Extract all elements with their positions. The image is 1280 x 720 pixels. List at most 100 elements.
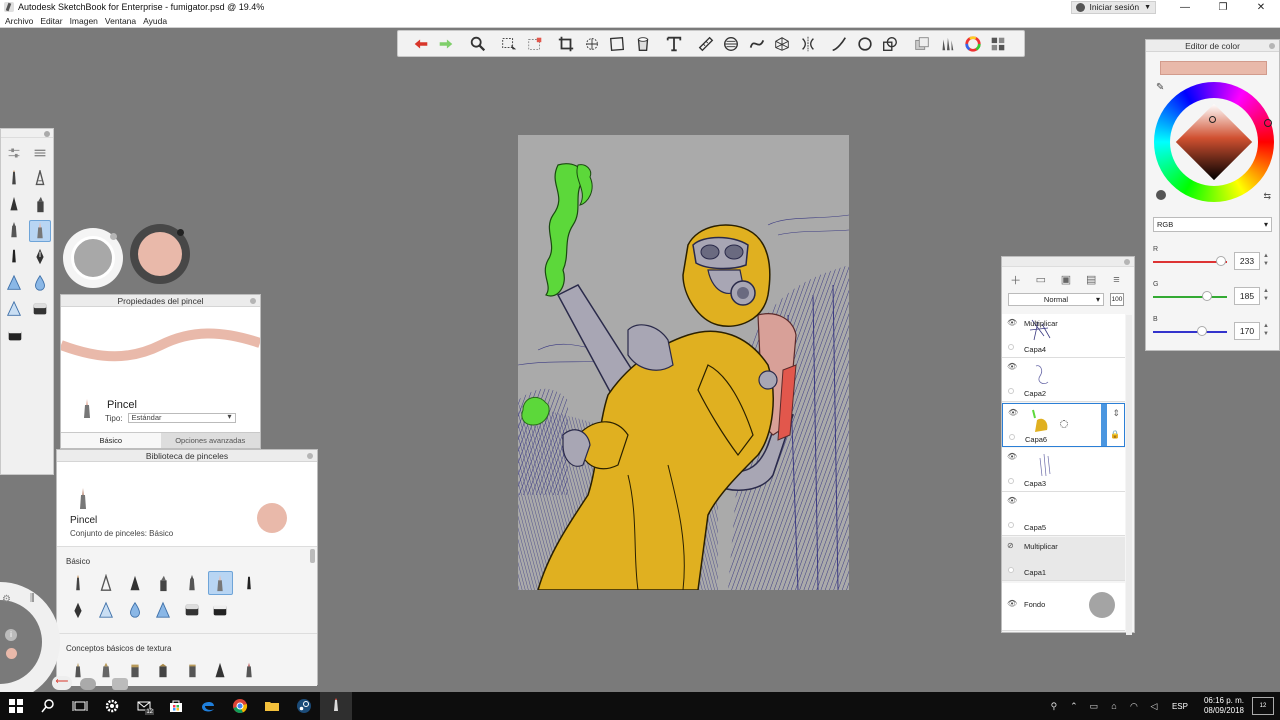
layer-radio[interactable]: [1008, 478, 1014, 484]
mail-button[interactable]: 12: [128, 692, 160, 720]
layer-radio[interactable]: [1008, 567, 1014, 573]
gear-icon[interactable]: ⚙: [2, 594, 11, 605]
palette-list-button[interactable]: [29, 142, 51, 164]
layer-row-capa1[interactable]: ⊘ Multiplicar Capa1: [1002, 537, 1125, 581]
library-brush-soft-eraser[interactable]: [208, 598, 233, 622]
layer-radio[interactable]: [1008, 522, 1014, 528]
shape-tool-button[interactable]: [854, 33, 875, 54]
close-icon[interactable]: [44, 131, 50, 137]
redo-button[interactable]: [436, 33, 457, 54]
menu-ayuda[interactable]: Ayuda: [143, 16, 167, 26]
spinner-icon[interactable]: ▲ ▼: [1263, 252, 1269, 268]
language-indicator[interactable]: ESP: [1172, 702, 1188, 711]
color-puck[interactable]: [130, 224, 190, 284]
reorder-icon[interactable]: ⇕: [1112, 408, 1120, 419]
close-icon[interactable]: [1269, 43, 1275, 49]
lasso-select-button[interactable]: [524, 33, 545, 54]
usb-icon[interactable]: ⌂: [1104, 701, 1124, 711]
copic-library-button[interactable]: [988, 33, 1009, 54]
brush-smudge-button[interactable]: [29, 272, 51, 294]
brush-pair-icon[interactable]: ⫼: [30, 593, 35, 604]
layer-row-capa5[interactable]: 👁 Capa5: [1002, 492, 1125, 536]
lock-transparency-icon[interactable]: [1060, 420, 1068, 428]
eyedropper-icon[interactable]: ✎: [1156, 82, 1164, 93]
menu-ventana[interactable]: Ventana: [105, 16, 136, 26]
layer-row-capa4[interactable]: 👁 Multiplicar Capa4: [1002, 314, 1125, 358]
close-icon[interactable]: [250, 298, 256, 304]
color-dot-icon[interactable]: [6, 648, 17, 659]
blue-value-input[interactable]: 170: [1234, 322, 1260, 340]
library-brush-pencil[interactable]: [65, 571, 90, 595]
steam-button[interactable]: [288, 692, 320, 720]
eye-icon[interactable]: 👁: [1008, 408, 1018, 417]
redo-icon[interactable]: [80, 678, 96, 690]
select-button[interactable]: [499, 33, 520, 54]
brush-type-select[interactable]: Estándar: [127, 413, 236, 423]
library-brush-paintbrush[interactable]: [207, 571, 233, 595]
undo-icon[interactable]: ⟵: [52, 676, 72, 690]
layer-row-capa3[interactable]: 👁 Capa3: [1002, 448, 1125, 492]
start-button[interactable]: [0, 692, 32, 720]
clock[interactable]: 06:16 p. m. 08/09/2018: [1204, 696, 1244, 716]
layer-editor-button[interactable]: [911, 33, 932, 54]
panel-header[interactable]: Biblioteca de pinceles: [57, 450, 317, 462]
green-slider[interactable]: [1153, 296, 1227, 298]
blend-mode-select[interactable]: Normal: [1008, 292, 1104, 306]
library-brush-fountain-pen[interactable]: [65, 598, 90, 622]
add-layer-button[interactable]: ＋: [1008, 273, 1023, 287]
store-button[interactable]: [160, 692, 192, 720]
color-marker[interactable]: [1209, 116, 1216, 123]
brush-soft-eraser-button[interactable]: [4, 324, 26, 346]
layer-row-capa6[interactable]: 👁 Capa6 ⇕ 🔒: [1002, 403, 1125, 447]
notifications-button[interactable]: 12: [1252, 697, 1274, 715]
spinner-icon[interactable]: ▲ ▼: [1263, 322, 1269, 338]
layer-row-capa2[interactable]: 👁 Capa2: [1002, 358, 1125, 402]
search-button[interactable]: [32, 692, 64, 720]
library-brush-felt-pen[interactable]: [179, 571, 204, 595]
blue-slider[interactable]: [1153, 331, 1227, 333]
color-cup-icon[interactable]: [1156, 190, 1166, 200]
swap-icon[interactable]: ⇆: [1263, 191, 1271, 202]
opacity-value[interactable]: 100: [1110, 292, 1124, 306]
fill-button[interactable]: [632, 33, 653, 54]
library-brush-marker[interactable]: [151, 571, 176, 595]
layer-radio[interactable]: [1008, 344, 1014, 350]
green-value-input[interactable]: 185: [1234, 287, 1260, 305]
brush-felt-pen-button[interactable]: [3, 220, 25, 242]
minimize-button[interactable]: —: [1166, 0, 1204, 14]
layer-row-fondo[interactable]: 👁 Fondo: [1002, 583, 1125, 631]
close-window-button[interactable]: ✕: [1242, 0, 1280, 14]
color-editor-button[interactable]: [962, 33, 983, 54]
explorer-button[interactable]: [256, 692, 288, 720]
chevron-up-icon[interactable]: ⌃: [1064, 701, 1084, 712]
texture-brush-7[interactable]: [236, 658, 261, 682]
symmetry-button[interactable]: [797, 33, 818, 54]
color-wheel[interactable]: [1154, 82, 1274, 202]
brush-pencil-button[interactable]: [3, 168, 25, 190]
texture-brush-4[interactable]: [151, 658, 176, 682]
eye-icon[interactable]: 👁: [1007, 362, 1017, 371]
eye-icon[interactable]: 👁: [1007, 452, 1017, 461]
opacity-slider[interactable]: [1101, 404, 1107, 446]
texture-brush-5[interactable]: [179, 658, 204, 682]
hue-marker[interactable]: [1264, 119, 1272, 127]
green-slider-knob[interactable]: [1201, 291, 1212, 301]
people-icon[interactable]: ⚲: [1044, 701, 1064, 712]
layer-radio[interactable]: [1009, 434, 1015, 440]
text-button[interactable]: [664, 33, 685, 54]
panel-header[interactable]: Editor de color: [1146, 40, 1279, 52]
image-icon[interactable]: ▣: [1058, 273, 1073, 287]
layers-scrollbar[interactable]: [1126, 315, 1132, 635]
brush-eraser-button[interactable]: [29, 298, 51, 320]
wifi-icon[interactable]: ◠: [1124, 701, 1144, 712]
ruler-button[interactable]: [695, 33, 716, 54]
color-model-select[interactable]: RGB: [1153, 217, 1272, 232]
library-brush-airbrush[interactable]: [94, 598, 119, 622]
library-brush-inking[interactable]: [236, 571, 261, 595]
library-brush-hard-airbrush[interactable]: [151, 598, 176, 622]
layer-radio[interactable]: [1008, 388, 1014, 394]
ellipse-guide-button[interactable]: [721, 33, 742, 54]
background-color-swatch[interactable]: [1089, 592, 1115, 618]
signin-button[interactable]: Iniciar sesión ▼: [1071, 0, 1156, 14]
red-slider-knob[interactable]: [1215, 256, 1226, 266]
